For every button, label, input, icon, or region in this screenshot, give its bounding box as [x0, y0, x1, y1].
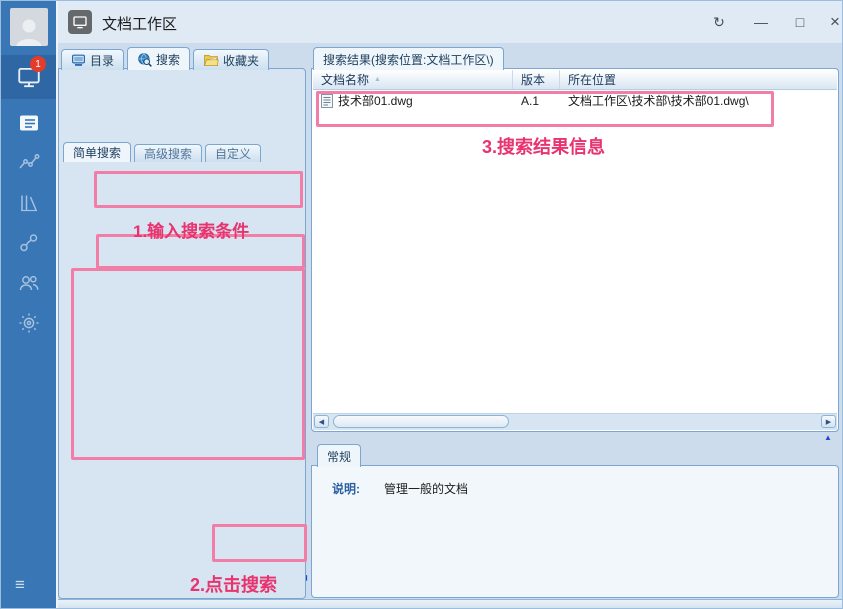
tab-label: 收藏夹 [223, 52, 259, 69]
version-cell: A.1 [521, 94, 539, 108]
detail-panel: 说明: 管理一般的文档 [311, 465, 839, 598]
page-title: 文档工作区 [102, 13, 177, 34]
minimize-button[interactable]: — [750, 11, 772, 33]
results-table: 文档名称 ▲ 版本 所在位置 技术部01.dwg A.1 文档工作区\技术部\技… [311, 68, 839, 432]
tab-general[interactable]: 常规 [317, 444, 361, 467]
tab-label: 高级搜索 [144, 145, 192, 162]
notification-badge: 1 [30, 56, 46, 72]
favorites-folder-icon [203, 54, 219, 67]
table-row[interactable]: 技术部01.dwg A.1 文档工作区\技术部\技术部01.dwg\ [313, 90, 837, 111]
tab-simple-search[interactable]: 简单搜索 [63, 142, 131, 162]
books-icon [17, 191, 41, 215]
tab-label: 目录 [90, 52, 114, 69]
tab-favorites[interactable]: 收藏夹 [193, 49, 269, 70]
sidebar-item-documents[interactable] [1, 101, 56, 145]
line-chart-icon [17, 151, 41, 175]
folder-list-icon [17, 111, 41, 135]
results-tabbar: 搜索结果(搜索位置:文档工作区\) [313, 47, 504, 70]
monitor-icon [72, 14, 88, 30]
menu-icon[interactable]: ≡ [15, 575, 25, 595]
computer-icon [71, 54, 86, 67]
column-doc-name[interactable]: 文档名称 ▲ [313, 70, 513, 89]
share-nodes-icon [17, 231, 41, 255]
scroll-right-icon[interactable]: ▶ [821, 415, 836, 428]
location-cell: 文档工作区\技术部\技术部01.dwg\ [568, 92, 749, 109]
detail-tabbar: 常规 [317, 444, 361, 467]
titlebar: 文档工作区 ↻ — □ × [56, 1, 843, 43]
description-label: 说明: [332, 480, 360, 497]
horizontal-scrollbar[interactable]: ◀ ▶ [313, 413, 837, 430]
description-value: 管理一般的文档 [384, 480, 468, 497]
sidebar-item-settings[interactable] [1, 301, 56, 345]
column-location[interactable]: 所在位置 [560, 70, 837, 89]
collapse-up-icon[interactable]: ▲ [824, 434, 832, 442]
tab-search[interactable]: 搜索 [127, 47, 190, 70]
gear-icon [17, 311, 41, 335]
people-icon [17, 271, 41, 295]
tab-custom-search[interactable]: 自定义 [205, 144, 261, 162]
app-icon [68, 10, 92, 34]
scroll-left-icon[interactable]: ◀ [314, 415, 329, 428]
left-tabbar: 目录 搜索 收藏夹 [61, 47, 269, 70]
sidebar-item-contacts[interactable] [1, 261, 56, 305]
column-version[interactable]: 版本 [513, 70, 560, 89]
table-header: 文档名称 ▲ 版本 所在位置 [313, 70, 837, 90]
sidebar-item-library[interactable] [1, 181, 56, 225]
refresh-icon[interactable]: ↻ [708, 11, 730, 33]
tab-label: 搜索结果(搜索位置:文档工作区\) [323, 51, 494, 68]
sidebar-divider [56, 1, 58, 609]
sidebar-item-activity[interactable] [1, 141, 56, 185]
search-globe-icon [137, 52, 152, 67]
tab-advanced-search[interactable]: 高级搜索 [134, 144, 202, 162]
tab-label: 简单搜索 [73, 144, 121, 161]
tab-label: 自定义 [215, 145, 251, 162]
scrollbar-thumb[interactable] [333, 415, 509, 428]
doc-name-cell: 技术部01.dwg [338, 92, 413, 109]
document-icon [321, 94, 333, 108]
tab-directory[interactable]: 目录 [61, 49, 124, 70]
window-bottom-border [56, 599, 843, 609]
document-workspace-window: 1 [0, 0, 843, 609]
tab-label: 常规 [327, 448, 351, 465]
avatar[interactable] [10, 8, 48, 46]
tab-label: 搜索 [156, 51, 180, 68]
close-button[interactable]: × [824, 11, 843, 33]
search-mode-tabbar: 简单搜索 高级搜索 自定义 [63, 142, 261, 162]
column-label: 版本 [521, 71, 545, 88]
maximize-button[interactable]: □ [789, 11, 811, 33]
sort-asc-icon: ▲ [374, 76, 381, 83]
column-label: 文档名称 [321, 71, 369, 88]
sidebar-item-workspace[interactable] [1, 55, 56, 99]
column-label: 所在位置 [568, 71, 616, 88]
person-icon [12, 16, 46, 46]
sidebar-item-share[interactable] [1, 221, 56, 265]
tab-search-results[interactable]: 搜索结果(搜索位置:文档工作区\) [313, 47, 504, 70]
app-sidebar: 1 [1, 1, 56, 609]
